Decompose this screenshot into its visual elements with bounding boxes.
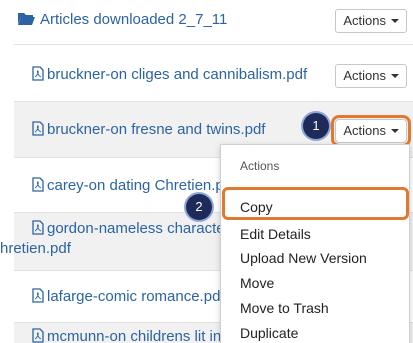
file-link[interactable]: bruckner-on cliges and cannibalism.pdf [32, 65, 307, 85]
copy-highlight-box [222, 187, 409, 220]
menu-header: Actions [240, 159, 280, 173]
actions-label: Actions [343, 13, 386, 28]
pdf-file-icon [32, 220, 44, 235]
step-callout-1: 1 [303, 113, 329, 139]
menu-item-duplicate[interactable]: Duplicate [240, 325, 298, 341]
file-link[interactable]: mcmunn-on childrens lit in tr [32, 327, 235, 343]
file-label: bruckner-on fresne and twins.pdf [47, 121, 266, 138]
pdf-file-icon [32, 328, 44, 343]
caret-down-icon [391, 129, 399, 133]
file-label: carey-on dating Chretien.pdf [47, 177, 237, 194]
actions-dropdown-menu: Actions Copy Edit Details Upload New Ver… [220, 144, 410, 343]
file-link[interactable]: bruckner-on fresne and twins.pdf [32, 120, 265, 140]
actions-label: Actions [343, 123, 386, 138]
file-label: lafarge-comic romance.pdf [47, 288, 225, 305]
pdf-file-icon [32, 121, 44, 136]
file-link[interactable]: gordon-nameless character [32, 219, 230, 239]
file-label-wrap[interactable]: hretien.pdf [0, 239, 71, 259]
folder-open-icon [18, 13, 35, 25]
file-label-continued: hretien.pdf [0, 240, 71, 257]
step-callout-2: 2 [186, 194, 212, 220]
actions-button-folder[interactable]: Actions [335, 9, 407, 33]
menu-item-edit-details[interactable]: Edit Details [240, 226, 311, 242]
pdf-file-icon [32, 66, 44, 81]
actions-button-active[interactable]: Actions [331, 115, 411, 147]
file-label: gordon-nameless character [47, 220, 230, 237]
actions-button[interactable]: Actions [335, 64, 407, 88]
file-label: bruckner-on cliges and cannibalism.pdf [47, 66, 308, 83]
menu-item-move[interactable]: Move [240, 275, 274, 291]
file-row: bruckner-on cliges and cannibalism.pdf A… [14, 44, 413, 101]
caret-down-icon [391, 74, 399, 78]
file-link[interactable]: carey-on dating Chretien.pdf [32, 176, 236, 196]
folder-row: Articles downloaded 2_7_11 Actions [14, 0, 413, 44]
file-label: mcmunn-on childrens lit in tr [47, 328, 235, 343]
folder-link[interactable]: Articles downloaded 2_7_11 [18, 10, 227, 30]
folder-label: Articles downloaded 2_7_11 [40, 11, 228, 28]
pdf-file-icon [32, 177, 44, 192]
actions-label: Actions [343, 68, 386, 83]
menu-item-upload-new-version[interactable]: Upload New Version [240, 250, 367, 266]
caret-down-icon [391, 19, 399, 23]
menu-item-move-to-trash[interactable]: Move to Trash [240, 300, 329, 316]
file-link[interactable]: lafarge-comic romance.pdf [32, 287, 225, 307]
pdf-file-icon [32, 288, 44, 303]
